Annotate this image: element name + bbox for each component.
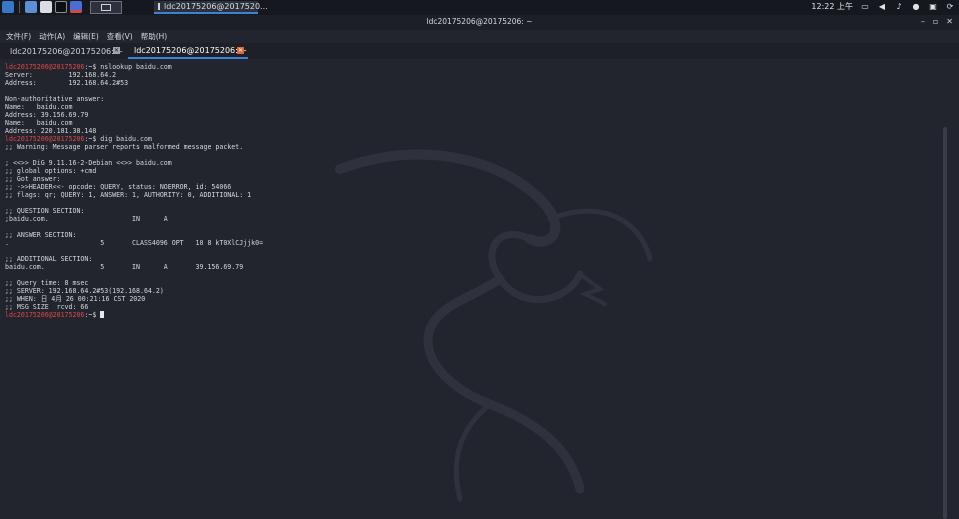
- menu-help[interactable]: 帮助(H): [141, 31, 168, 42]
- text-cursor: [100, 311, 105, 318]
- taskbar-terminal-window[interactable]: ldc20175206@2017520...: [154, 1, 268, 14]
- prompt-suffix: :~$: [84, 135, 101, 143]
- lock-icon[interactable]: ▣: [928, 2, 938, 12]
- prompt-suffix: :~$: [84, 311, 101, 319]
- kali-menu-icon[interactable]: [2, 1, 14, 13]
- scrollbar[interactable]: [943, 127, 947, 519]
- display-icon[interactable]: ▭: [860, 2, 870, 12]
- top-panel: ldc20175206@2017520... 12:22 上午 ▭ ◀ ♪ ● …: [0, 0, 959, 15]
- logout-icon[interactable]: ⟳: [945, 2, 955, 12]
- taskbar-window-title: ldc20175206@2017520...: [164, 2, 268, 11]
- prompt-user-host: ldc20175206@20175206: [5, 135, 85, 143]
- kali-dragon-watermark: [335, 149, 653, 502]
- menu-view[interactable]: 查看(V): [107, 31, 133, 42]
- prompt-user-host: ldc20175206@20175206: [5, 311, 85, 319]
- tab-close-icon[interactable]: ✕: [113, 47, 120, 54]
- file-manager-icon[interactable]: [40, 1, 52, 13]
- notification-bell-icon[interactable]: ♪: [894, 2, 904, 12]
- window-titlebar: ldc20175206@20175206: ~ – ▫ ✕: [0, 15, 959, 30]
- command-1-output: Server: 192.168.64.2 Address: 192.168.64…: [5, 71, 129, 135]
- window-title: ldc20175206@20175206: ~: [426, 17, 533, 26]
- menu-file[interactable]: 文件(F): [6, 31, 31, 42]
- prompt-user-host: ldc20175206@20175206: [5, 63, 85, 71]
- tab-terminal-2-active[interactable]: ldc20175206@20175206: ~ ✕: [128, 43, 248, 59]
- maximize-icon[interactable]: ▫: [933, 17, 938, 26]
- power-manager-icon[interactable]: ●: [911, 2, 921, 12]
- tab-bar: ldc20175206@20175206: ~ ✕ ldc20175206@20…: [0, 43, 959, 59]
- command-2: dig baidu.com: [100, 135, 152, 143]
- minimize-icon[interactable]: –: [921, 17, 925, 26]
- menu-edit[interactable]: 编辑(E): [73, 31, 99, 42]
- command-2-output: ;; Warning: Message parser reports malfo…: [5, 143, 264, 311]
- menu-actions[interactable]: 动作(A): [39, 31, 65, 42]
- panel-separator: [19, 1, 20, 13]
- workspace-window-icon: [101, 4, 111, 11]
- tab-label: ldc20175206@20175206: ~: [134, 45, 248, 55]
- tab-terminal-1[interactable]: ldc20175206@20175206: ~ ✕: [4, 43, 124, 59]
- clock[interactable]: 12:22 上午: [811, 1, 853, 12]
- menubar: 文件(F) 动作(A) 编辑(E) 查看(V) 帮助(H): [0, 30, 959, 43]
- app-launcher-icon[interactable]: [70, 1, 82, 13]
- terminal-area[interactable]: ldc20175206@20175206:~$ nslookup baidu.c…: [0, 59, 950, 519]
- workspace-thumbnail[interactable]: [90, 1, 122, 14]
- prompt-suffix: :~$: [84, 63, 101, 71]
- volume-icon[interactable]: ◀: [877, 2, 887, 12]
- close-icon[interactable]: ✕: [946, 17, 953, 26]
- terminal-launcher-icon[interactable]: [55, 1, 67, 13]
- tab-label: ldc20175206@20175206: ~: [10, 46, 124, 56]
- command-1: nslookup baidu.com: [100, 63, 172, 71]
- tab-close-icon[interactable]: ✕: [237, 47, 244, 54]
- desktop-icon[interactable]: [25, 1, 37, 13]
- terminal-window-icon: [158, 3, 160, 10]
